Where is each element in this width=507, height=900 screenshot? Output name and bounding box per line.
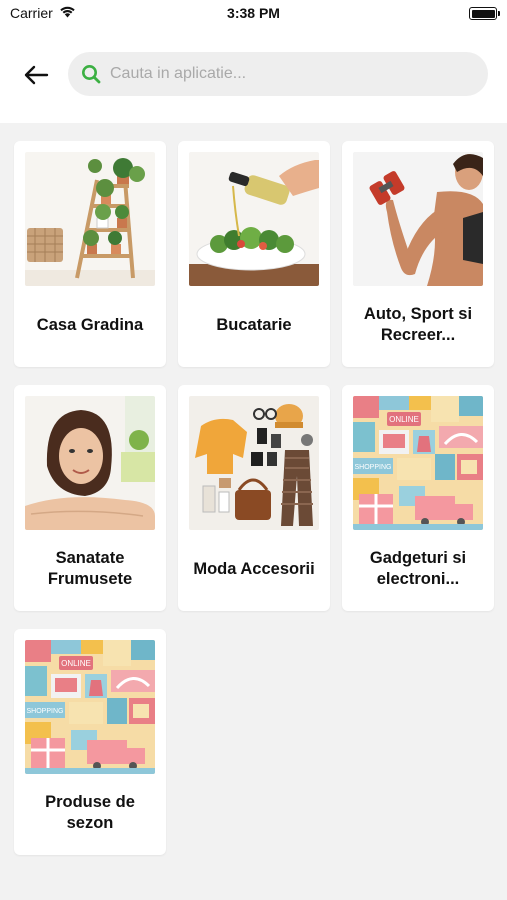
search-bar[interactable] bbox=[68, 52, 488, 96]
search-icon bbox=[80, 63, 102, 85]
woman-portrait-image bbox=[25, 396, 155, 530]
category-label: Sanatate Frumusete bbox=[47, 549, 133, 588]
category-card-bucatarie[interactable]: Bucatarie bbox=[178, 141, 330, 367]
arrow-left-icon bbox=[24, 65, 49, 85]
category-card-sanatate[interactable]: Sanatate Frumusete bbox=[14, 385, 166, 611]
category-label: Bucatarie bbox=[216, 315, 292, 334]
fashion-flatlay-image bbox=[189, 396, 319, 530]
back-button[interactable] bbox=[20, 61, 52, 89]
category-card-gadgeturi[interactable]: ONLINE SHOPPING Gadgeturi si electroni..… bbox=[342, 385, 494, 611]
shopping-collage-image: ONLINE SHOPPING bbox=[353, 396, 483, 530]
status-time: 3:38 PM bbox=[227, 5, 280, 21]
online-text: ONLINE bbox=[61, 659, 91, 668]
category-label: Casa Gradina bbox=[36, 315, 144, 334]
search-input[interactable] bbox=[110, 65, 470, 83]
category-card-moda[interactable]: Moda Accesorii bbox=[178, 385, 330, 611]
shopping-text: SHOPPING bbox=[27, 708, 64, 715]
category-label: Gadgeturi si electroni... bbox=[369, 549, 467, 588]
plant-shelf-image bbox=[25, 152, 155, 286]
shopping-collage-image: ONLINE SHOPPING bbox=[25, 640, 155, 774]
salad-oil-image bbox=[189, 152, 319, 286]
category-label: Produse de sezon bbox=[45, 793, 135, 832]
category-card-produse-sezon[interactable]: ONLINE SHOPPING Produse de sezon bbox=[14, 629, 166, 855]
header bbox=[0, 30, 507, 123]
category-label: Auto, Sport si Recreer... bbox=[363, 305, 473, 344]
shopping-text: SHOPPING bbox=[355, 464, 392, 471]
category-card-casa-gradina[interactable]: Casa Gradina bbox=[14, 141, 166, 367]
dumbbell-arm-image bbox=[353, 152, 483, 286]
online-text: ONLINE bbox=[389, 415, 419, 424]
category-label: Moda Accesorii bbox=[193, 559, 315, 578]
battery-icon bbox=[469, 7, 500, 20]
status-bar: Carrier 3:38 PM bbox=[0, 0, 507, 30]
category-card-auto-sport[interactable]: Auto, Sport si Recreer... bbox=[342, 141, 494, 367]
